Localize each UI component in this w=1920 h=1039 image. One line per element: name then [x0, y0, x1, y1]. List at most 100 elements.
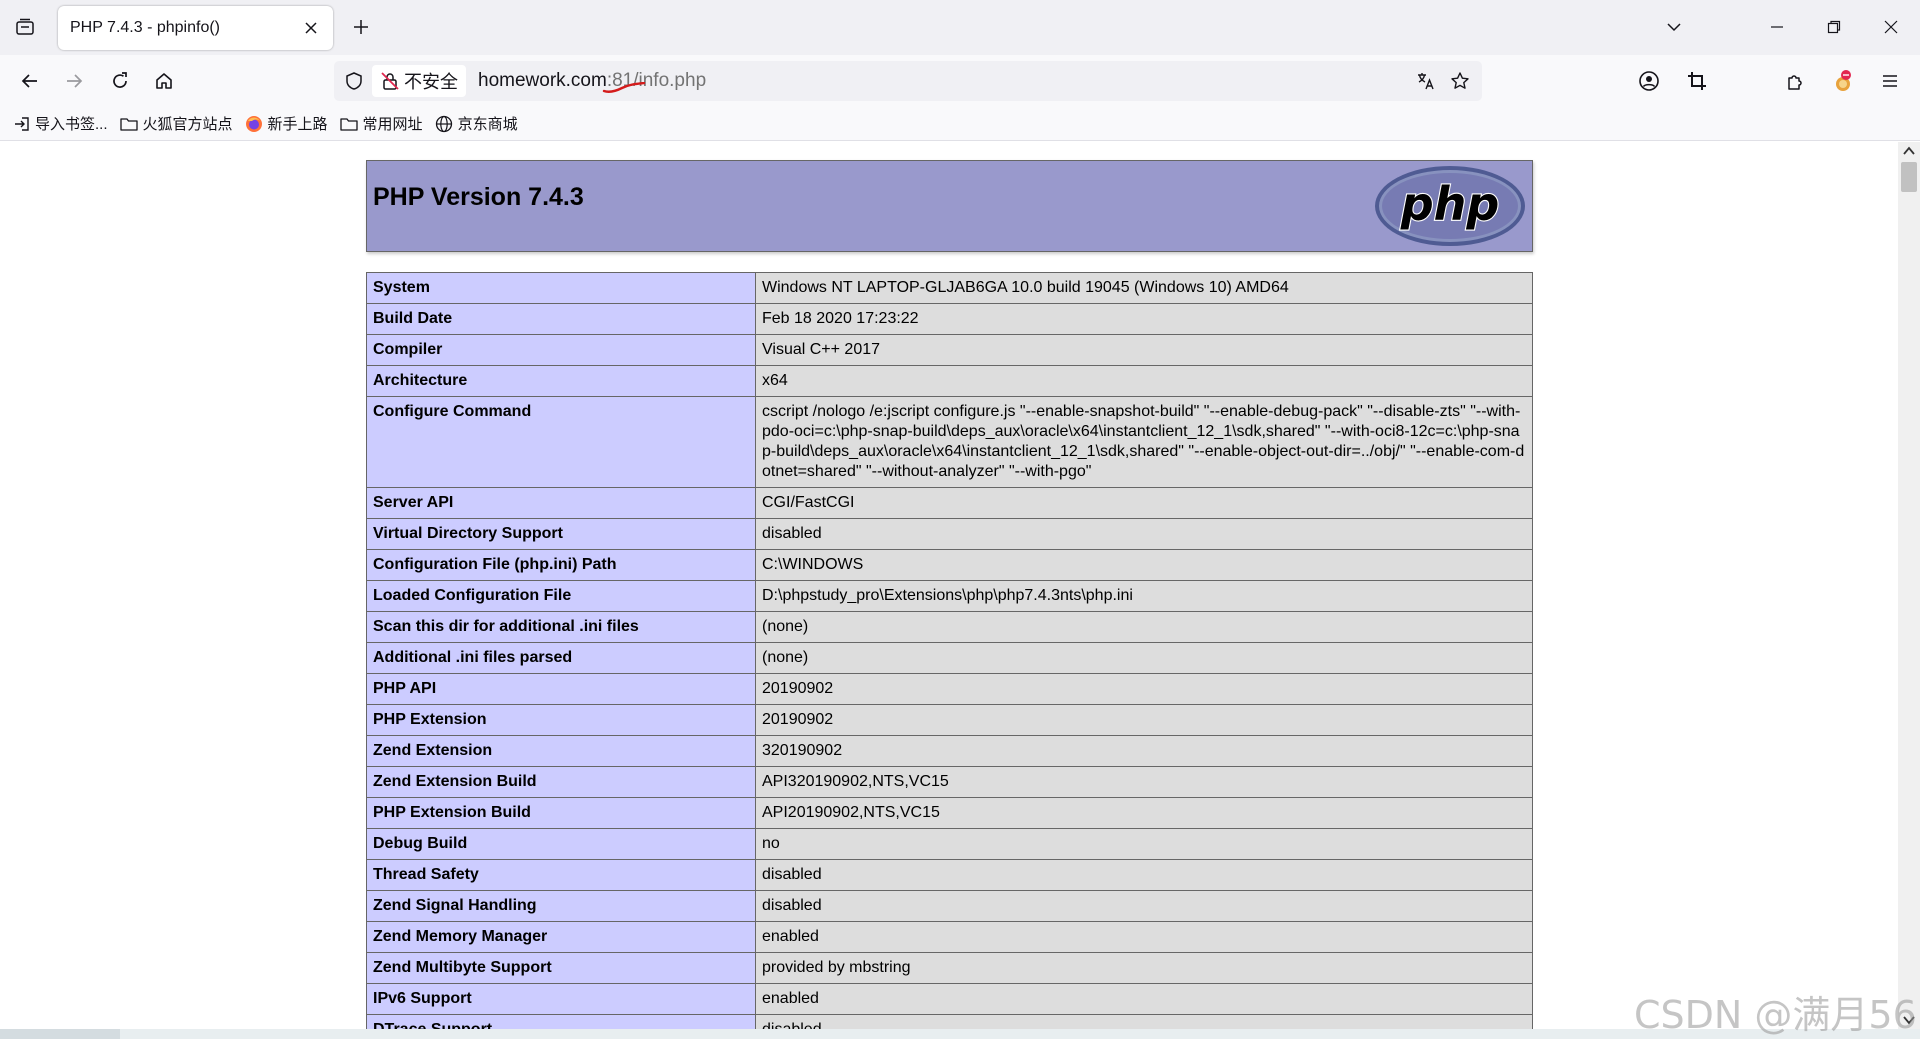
- info-row-name: PHP Extension Build: [366, 797, 756, 829]
- php-logo[interactable]: php: [1374, 165, 1526, 247]
- firefox-icon: [245, 115, 262, 132]
- info-row-name: Virtual Directory Support: [366, 518, 756, 550]
- info-row: PHP API 20190902: [366, 673, 1533, 705]
- info-row-value: disabled: [755, 518, 1533, 550]
- info-row-name: System: [366, 272, 756, 304]
- info-row-name: Thread Safety: [366, 859, 756, 891]
- bookmark-star-button[interactable]: [1448, 69, 1472, 93]
- new-tab-button[interactable]: [346, 12, 376, 42]
- info-row-name: IPv6 Support: [366, 983, 756, 1015]
- active-tab[interactable]: PHP 7.4.3 - phpinfo(): [58, 6, 333, 50]
- info-row-name: Configuration File (php.ini) Path: [366, 549, 756, 581]
- bookmark-label: 导入书签...: [35, 116, 108, 133]
- info-row: Compiler Visual C++ 2017: [366, 334, 1533, 366]
- home-button[interactable]: [148, 65, 180, 97]
- info-row-value: Feb 18 2020 17:23:22: [755, 303, 1533, 335]
- scrollbar-thumb[interactable]: [1901, 162, 1917, 192]
- info-row: Loaded Configuration File D:\phpstudy_pro…: [366, 580, 1533, 612]
- info-row-name: Zend Memory Manager: [366, 921, 756, 953]
- translate-button[interactable]: [1414, 69, 1438, 93]
- info-row-value: (none): [755, 611, 1533, 643]
- info-row: Virtual Directory Support disabled: [366, 518, 1533, 550]
- import-icon: [15, 116, 29, 131]
- crop-icon: [1688, 72, 1706, 90]
- folder-icon: [119, 117, 138, 131]
- url-text[interactable]: homework.com:81/info.php: [478, 70, 706, 92]
- info-row: System Windows NT LAPTOP-GLJAB6GA 10.0 bu…: [366, 272, 1533, 304]
- restore-button[interactable]: [1819, 12, 1849, 42]
- info-row: PHP Extension Build API20190902,NTS,VC15: [366, 797, 1533, 829]
- red-scribble-annotation: [602, 82, 646, 93]
- php-logo-text: php: [1400, 177, 1500, 231]
- info-row-name: Zend Extension: [366, 735, 756, 767]
- info-row-name: Configure Command: [366, 396, 756, 488]
- bookmark-label: 火狐官方站点: [142, 116, 233, 133]
- bookmark-folder-common-sites[interactable]: 常用网址: [339, 113, 423, 134]
- php-version-header: PHP Version 7.4.3 php: [366, 160, 1533, 252]
- info-row: Architecture x64: [366, 365, 1533, 397]
- info-row-value: C:\WINDOWS: [755, 549, 1533, 581]
- list-all-tabs-button[interactable]: [1659, 12, 1689, 42]
- bookmark-label: 常用网址: [362, 116, 423, 133]
- site-security-button[interactable]: 不安全: [372, 65, 466, 97]
- info-row-value: x64: [755, 365, 1533, 397]
- reload-button[interactable]: [104, 65, 136, 97]
- tab-title: PHP 7.4.3 - phpinfo(): [70, 19, 221, 36]
- restore-icon: [1827, 20, 1841, 34]
- info-row: Scan this dir for additional .ini files(…: [366, 611, 1533, 643]
- hamburger-menu-icon: [1883, 75, 1897, 87]
- info-row-name: Architecture: [366, 365, 756, 397]
- back-button[interactable]: [14, 65, 46, 97]
- tab-list-button[interactable]: [10, 12, 40, 42]
- info-row-value: API20190902,NTS,VC15: [755, 797, 1533, 829]
- info-row-value: 20190902: [755, 673, 1533, 705]
- info-row-value: enabled: [755, 921, 1533, 953]
- close-window-button[interactable]: [1876, 12, 1906, 42]
- address-bar[interactable]: 不安全 homework.com:81/info.php: [334, 61, 1482, 101]
- plus-icon: [354, 20, 368, 34]
- bookmark-label: 新手上路: [267, 116, 328, 133]
- bottom-taskbar-strip: [0, 1029, 1920, 1039]
- insecure-lock-icon: [381, 72, 399, 90]
- info-row-value: disabled: [755, 1014, 1533, 1029]
- csdn-watermark: CSDN @满月561: [1634, 993, 1920, 1037]
- info-row: Zend Extension 320190902: [366, 735, 1533, 767]
- info-row: Zend Memory Manager enabled: [366, 921, 1533, 953]
- globe-icon: [435, 115, 452, 132]
- extension-avatar-button[interactable]: [1827, 65, 1859, 97]
- app-menu-button[interactable]: [1874, 65, 1906, 97]
- info-row-value: disabled: [755, 859, 1533, 891]
- page-scrollbar[interactable]: [1898, 142, 1920, 1029]
- info-row-value: enabled: [755, 983, 1533, 1015]
- info-row-value: disabled: [755, 890, 1533, 922]
- bookmark-import[interactable]: 导入书签...: [14, 113, 108, 134]
- info-row: Additional .ini files parsed (none): [366, 642, 1533, 674]
- close-window-icon: [1884, 20, 1898, 34]
- info-row: Configuration File (php.ini) Path C:\WIND…: [366, 549, 1533, 581]
- info-row-value: 320190902: [755, 735, 1533, 767]
- bookmark-folder-firefox-official[interactable]: 火狐官方站点: [119, 113, 233, 134]
- folder-icon: [339, 117, 358, 131]
- tab-close-button[interactable]: [301, 18, 321, 38]
- info-row: Zend Extension Build API320190902,NTS,VC1…: [366, 766, 1533, 798]
- minimize-button[interactable]: [1762, 12, 1792, 42]
- bookmark-getting-started[interactable]: 新手上路: [245, 113, 328, 134]
- arrow-right-icon: [67, 74, 83, 88]
- tracking-protection-button[interactable]: [342, 69, 366, 93]
- account-icon: [1639, 71, 1659, 91]
- info-row-value: D:\phpstudy_pro\Extensions\php\php7.4.3n…: [755, 580, 1533, 612]
- info-row-name: DTrace Support: [366, 1014, 756, 1029]
- info-row-name: Debug Build: [366, 828, 756, 860]
- bookmark-jd-mall[interactable]: 京东商城: [435, 113, 518, 134]
- info-row: Configure Command cscript /nologo /e:jscr…: [366, 396, 1533, 488]
- phpinfo-container: PHP Version 7.4.3 php System Windows NT L…: [366, 160, 1533, 1029]
- screenshot-button[interactable]: [1681, 65, 1713, 97]
- extensions-button[interactable]: [1779, 65, 1811, 97]
- info-row-name: Zend Multibyte Support: [366, 952, 756, 984]
- scroll-up-arrow[interactable]: [1902, 144, 1916, 158]
- forward-button[interactable]: [58, 65, 90, 97]
- info-row-value: cscript /nologo /e:jscript configure.js …: [755, 396, 1533, 488]
- account-button[interactable]: [1633, 65, 1665, 97]
- info-row-value: Windows NT LAPTOP-GLJAB6GA 10.0 build 19…: [755, 272, 1533, 304]
- tab-list-icon: [16, 18, 34, 35]
